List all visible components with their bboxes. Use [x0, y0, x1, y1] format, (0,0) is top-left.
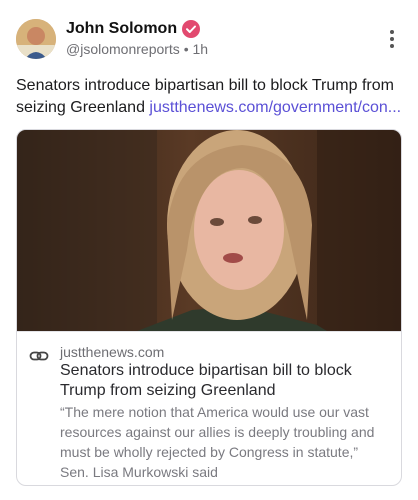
card-domain: justthenews.com	[60, 344, 165, 360]
post: John Solomon @jsolomonreports • 1h Senat…	[0, 0, 418, 500]
post-text: Senators introduce bipartisan bill to bl…	[16, 75, 406, 119]
link-icon	[29, 346, 49, 366]
author-handle[interactable]: @jsolomonreports	[66, 41, 180, 57]
card-image[interactable]	[17, 130, 401, 331]
card-title[interactable]: Senators introduce bipartisan bill to bl…	[60, 361, 395, 401]
avatar-image	[16, 19, 56, 59]
post-link[interactable]: justthenews.com/government/con...	[149, 99, 401, 116]
verified-badge-icon	[182, 20, 201, 38]
author-meta: @jsolomonreports • 1h	[66, 41, 208, 57]
avatar[interactable]	[16, 19, 56, 59]
card-body: justthenews.com Senators introduce bipar…	[17, 331, 401, 485]
link-preview-card[interactable]: justthenews.com Senators introduce bipar…	[16, 129, 402, 486]
more-vertical-icon[interactable]	[388, 30, 396, 50]
card-description: “The mere notion that America would use …	[60, 404, 375, 480]
author-name[interactable]: John Solomon	[66, 20, 177, 38]
post-time[interactable]: 1h	[193, 41, 209, 57]
author-row: John Solomon	[66, 20, 201, 38]
meta-separator: •	[183, 41, 189, 57]
